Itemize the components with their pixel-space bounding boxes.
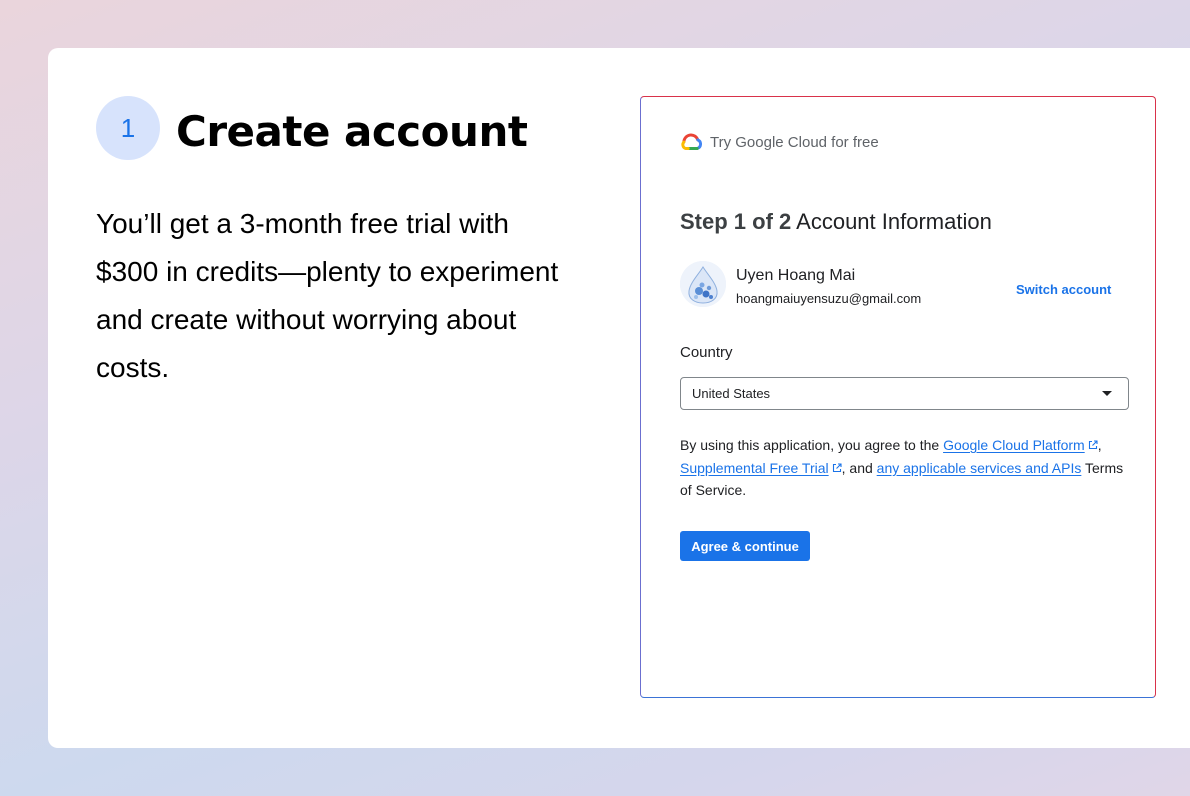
page-title: Create account [176,107,528,156]
country-label: Country [680,344,733,361]
avatar-illustration [680,261,726,307]
link-text-trial: Supplemental Free Trial [680,459,829,476]
user-email: hoangmaiuyensuzu@gmail.com [736,291,922,306]
google-cloud-logo-icon [681,133,702,150]
services-apis-link[interactable]: any applicable services and APIs [877,460,1082,476]
terms-comma: , [1097,437,1102,453]
link-text-gcp: Google Cloud Platform [943,437,1085,453]
agree-continue-button[interactable]: Agree & continue [680,531,810,561]
step-heading: Step 1 of 2 Account Information [680,209,992,235]
switch-account-link[interactable]: Switch account [1016,282,1111,297]
external-link-icon [1088,440,1098,450]
user-name: Uyen Hoang Mai [736,267,856,284]
description-text: You’ll get a 3-month free trial with $30… [96,208,559,383]
country-value: United States [692,386,771,401]
caret-down-icon [1102,391,1112,396]
terms-middle: , and [841,459,877,476]
terms-prefix: By using this application, you agree to … [680,437,944,453]
terms-text: By using this application, you agree to … [680,434,1135,502]
avatar [680,261,726,307]
step-label: Step 1 of 2 [680,209,792,234]
signup-panel: Try Google Cloud for free Step 1 of 2 Ac… [640,96,1156,698]
panel-brand: Try Google Cloud for free [680,133,879,151]
external-link-icon [832,462,842,472]
google-cloud-platform-link[interactable]: Google Cloud Platform [943,437,1098,453]
step-number-badge: 1 [96,96,160,160]
country-select[interactable]: United States [680,377,1129,410]
brand-text: Try Google Cloud for free [710,133,879,151]
step-title: Account Information [796,209,992,234]
supplemental-free-trial-link[interactable]: Supplemental Free Trial [680,460,842,476]
